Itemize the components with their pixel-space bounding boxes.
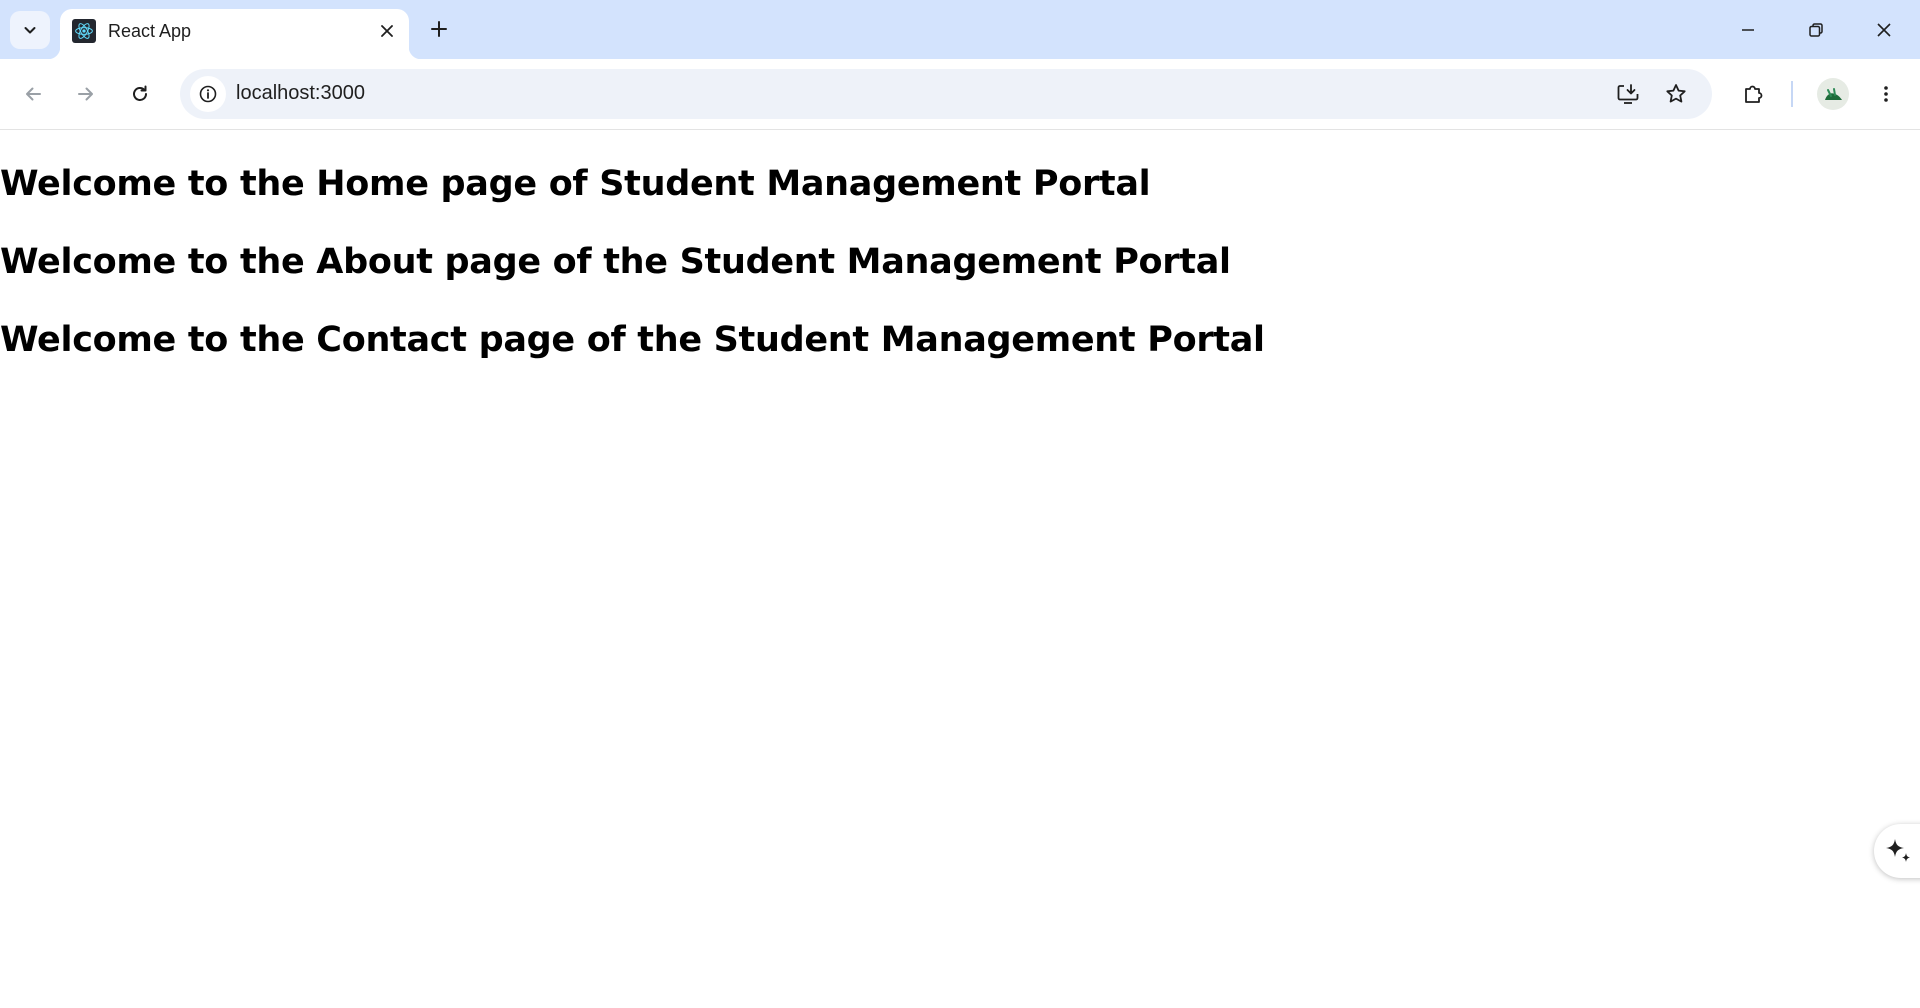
reload-icon xyxy=(133,85,147,101)
arrow-left-icon xyxy=(26,87,41,101)
address-url[interactable]: localhost:3000 xyxy=(236,82,365,105)
tab-strip: React App xyxy=(0,0,1920,59)
kebab-menu-icon xyxy=(1884,86,1888,102)
plus-icon xyxy=(431,21,447,37)
close-icon xyxy=(1877,23,1891,37)
home-heading: Welcome to the Home page of Student Mana… xyxy=(0,164,1151,204)
bookmark-button[interactable] xyxy=(1658,76,1694,112)
browser-menu-button[interactable] xyxy=(1866,74,1906,114)
close-icon xyxy=(381,25,393,37)
info-icon xyxy=(199,85,217,103)
install-app-button[interactable] xyxy=(1610,76,1646,112)
profile-avatar-icon xyxy=(1825,88,1842,100)
star-icon xyxy=(1666,84,1686,103)
tab-search-button[interactable] xyxy=(10,11,50,49)
about-heading: Welcome to the About page of the Student… xyxy=(0,242,1231,282)
toolbar-divider xyxy=(1791,81,1793,107)
restore-window-button[interactable] xyxy=(1794,8,1838,52)
site-info-button[interactable] xyxy=(190,76,226,112)
avatar[interactable] xyxy=(1817,78,1849,110)
close-window-button[interactable] xyxy=(1862,8,1906,52)
puzzle-icon xyxy=(1745,85,1763,103)
minimize-icon xyxy=(1742,29,1754,31)
contact-heading: Welcome to the Contact page of the Stude… xyxy=(0,320,1265,360)
browser-toolbar: localhost:3000 xyxy=(0,59,1920,130)
ai-assistant-button[interactable] xyxy=(1874,824,1920,878)
browser-tab-active[interactable]: React App xyxy=(48,9,421,59)
restore-icon xyxy=(1809,23,1823,37)
arrow-right-icon xyxy=(78,87,93,101)
back-button[interactable] xyxy=(13,74,53,114)
new-tab-button[interactable] xyxy=(424,14,454,44)
minimize-window-button[interactable] xyxy=(1726,8,1770,52)
extensions-button[interactable] xyxy=(1734,74,1774,114)
tab-title: React App xyxy=(108,21,192,41)
close-tab-button[interactable] xyxy=(375,19,399,43)
chevron-down-icon xyxy=(22,22,38,38)
install-app-icon xyxy=(1617,84,1639,104)
forward-button[interactable] xyxy=(66,74,106,114)
react-logo-icon xyxy=(72,19,96,43)
address-bar[interactable]: localhost:3000 xyxy=(180,69,1712,119)
sparkle-icon xyxy=(1886,839,1910,862)
reload-button[interactable] xyxy=(120,74,160,114)
